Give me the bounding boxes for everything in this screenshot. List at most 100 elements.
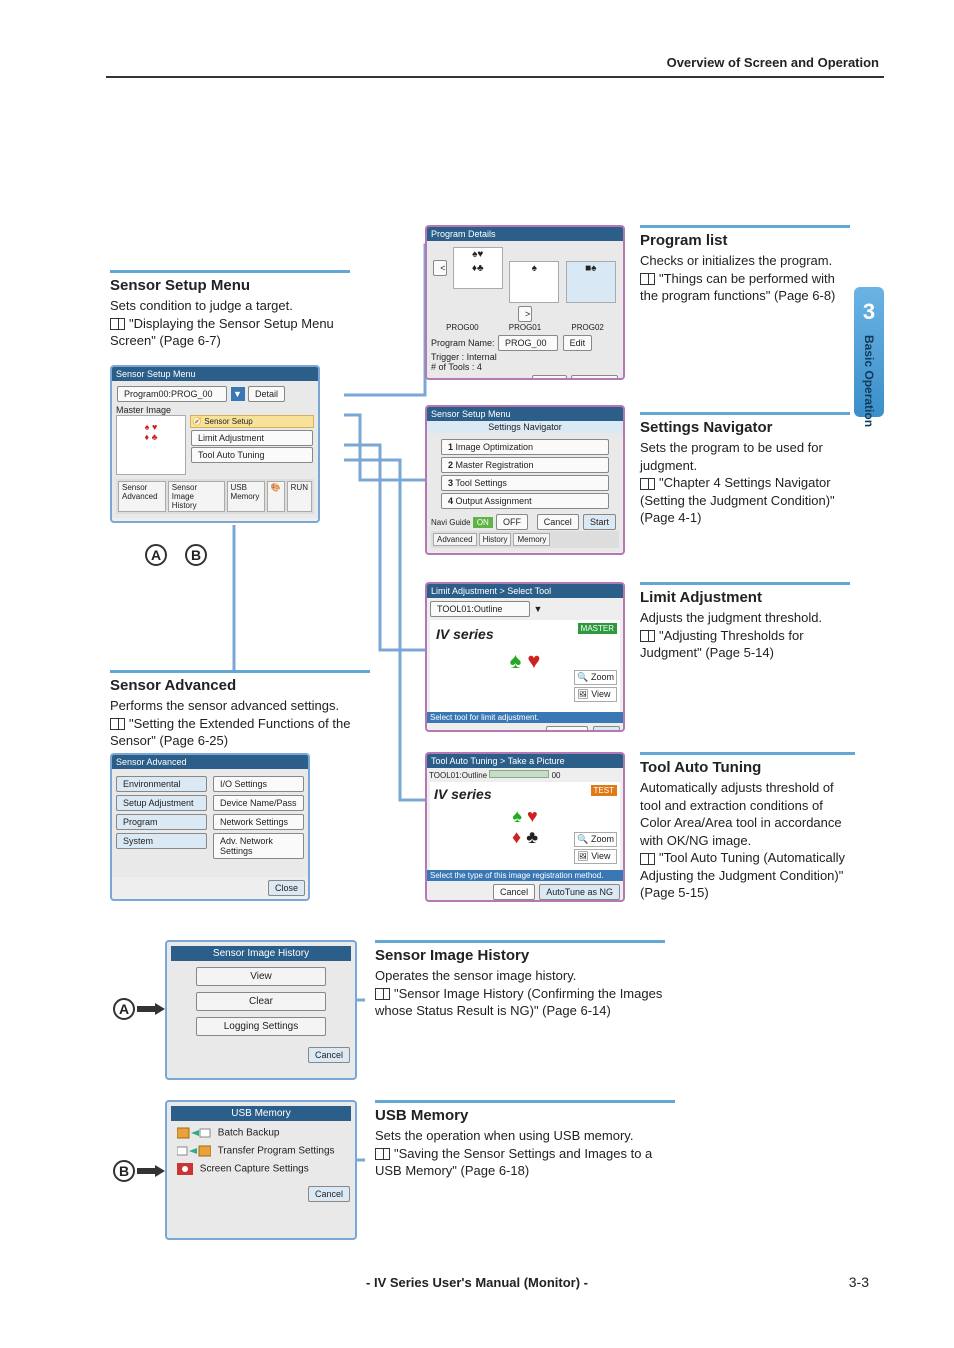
- test-badge: TEST: [591, 785, 617, 796]
- callout-sensor-image-history: Sensor Image History Operates the sensor…: [375, 940, 665, 1020]
- book-icon: [640, 478, 655, 490]
- arrow-right-icon: [137, 1003, 165, 1015]
- panel-title: Sensor Image History: [171, 946, 351, 961]
- desc: Sets condition to judge a target.: [110, 297, 350, 315]
- program-dropdown[interactable]: Program00:PROG_00: [117, 386, 227, 402]
- autotune-ng-button[interactable]: AutoTune as NG: [539, 884, 620, 900]
- transfer-program-settings[interactable]: Transfer Program Settings: [177, 1145, 345, 1157]
- start-button[interactable]: Start: [583, 514, 616, 530]
- title: USB Memory: [375, 1107, 675, 1124]
- ref: "Saving the Sensor Settings and Images t…: [375, 1146, 652, 1179]
- window-title: Sensor Setup Menu: [112, 367, 318, 381]
- cancel-button[interactable]: Cancel: [546, 726, 588, 732]
- close-button[interactable]: Close: [268, 880, 305, 896]
- callout-sensor-setup-menu: Sensor Setup Menu Sets condition to judg…: [110, 270, 350, 350]
- book-icon: [640, 853, 655, 865]
- cancel-button[interactable]: Cancel: [308, 1186, 350, 1202]
- screenshot-tool-auto-tuning: Tool Auto Tuning > Take a Picture TOOL01…: [425, 752, 625, 902]
- window-title: Tool Auto Tuning > Take a Picture: [427, 754, 623, 768]
- view-button[interactable]: 🖼 View: [574, 849, 617, 864]
- screenshot-program-details: Program Details < ♠♥♦♣ ♠ ■♠ > PROG00PROG…: [425, 225, 625, 380]
- book-icon: [640, 630, 655, 642]
- zoom-button[interactable]: 🔍 Zoom: [574, 832, 617, 847]
- desc: Sets the operation when using USB memory…: [375, 1127, 675, 1145]
- screenshot-usb-memory: USB Memory Batch Backup Transfer Program…: [165, 1100, 357, 1240]
- clear-button[interactable]: Clear: [196, 992, 326, 1011]
- chapter-number: 3: [854, 287, 884, 325]
- ref: "Adjusting Thresholds for Judgment" (Pag…: [640, 628, 804, 661]
- title: Sensor Setup Menu: [110, 277, 350, 294]
- batch-backup[interactable]: Batch Backup: [177, 1127, 345, 1139]
- screenshot-sensor-advanced: Sensor Advanced Environmental Setup Adju…: [110, 753, 310, 901]
- title: Settings Navigator: [640, 419, 850, 436]
- ref: "Things can be performed with the progra…: [640, 271, 835, 304]
- title: Program list: [640, 232, 850, 249]
- window-title: Limit Adjustment > Select Tool: [427, 584, 623, 598]
- screenshot-limit-adjustment: Limit Adjustment > Select Tool TOOL01:Ou…: [425, 582, 625, 732]
- chapter-tab: 3 Basic Operation: [854, 287, 884, 417]
- callout-program-list: Program list Checks or initializes the p…: [640, 225, 850, 305]
- chapter-label: Basic Operation: [862, 335, 876, 427]
- auto-tuning-button[interactable]: Tool Auto Tuning: [191, 447, 313, 463]
- header-section: Overview of Screen and Operation: [667, 55, 879, 70]
- desc: Checks or initializes the program.: [640, 252, 850, 270]
- desc: Automatically adjusts threshold of tool …: [640, 779, 855, 849]
- view-button[interactable]: View: [196, 967, 326, 986]
- limit-adj-button[interactable]: Limit Adjustment: [191, 430, 313, 446]
- run-button[interactable]: RUN: [287, 481, 312, 512]
- title: Tool Auto Tuning: [640, 759, 855, 776]
- window-title: Program Details: [427, 227, 623, 241]
- book-icon: [375, 1148, 390, 1160]
- screenshot-sensor-setup-menu: Sensor Setup Menu Program00:PROG_00 ▼ De…: [110, 365, 320, 523]
- tab-sensor-image-history[interactable]: Sensor Image History: [168, 481, 225, 512]
- master-badge: MASTER: [578, 623, 617, 634]
- ref: "Sensor Image History (Confirming the Im…: [375, 986, 662, 1019]
- edit-button[interactable]: Edit: [563, 335, 593, 351]
- view-button[interactable]: 🖼 View: [574, 687, 617, 702]
- desc: Sets the program to be used for judgment…: [640, 439, 850, 474]
- cancel-button[interactable]: Cancel: [493, 884, 535, 900]
- initialize-button[interactable]: Initialize: [571, 375, 618, 380]
- ok-button[interactable]: OK: [593, 726, 620, 732]
- book-icon: [375, 988, 390, 1000]
- screenshot-settings-navigator: Sensor Setup Menu Settings Navigator 1 I…: [425, 405, 625, 555]
- tab-sensor-advanced[interactable]: Sensor Advanced: [118, 481, 166, 512]
- ref: "Displaying the Sensor Setup Menu Screen…: [110, 316, 334, 349]
- book-icon: [640, 273, 655, 285]
- badge-b: B: [185, 544, 207, 566]
- window-title: Sensor Advanced: [112, 755, 308, 769]
- ref: "Tool Auto Tuning (Automatically Adjusti…: [640, 850, 845, 900]
- logging-settings-button[interactable]: Logging Settings: [196, 1017, 326, 1036]
- ref: "Setting the Extended Functions of the S…: [110, 716, 350, 749]
- badge-a: A: [145, 544, 167, 566]
- callout-settings-navigator: Settings Navigator Sets the program to b…: [640, 412, 850, 527]
- callout-limit-adjustment: Limit Adjustment Adjusts the judgment th…: [640, 582, 850, 662]
- desc: Adjusts the judgment threshold.: [640, 609, 850, 627]
- book-icon: [110, 718, 125, 730]
- detail-button[interactable]: Detail: [248, 386, 285, 402]
- window-title: Sensor Setup Menu: [427, 407, 623, 421]
- copy-button[interactable]: Copy: [532, 375, 567, 380]
- dropdown-arrow-icon[interactable]: ▼: [231, 387, 245, 401]
- screenshot-sensor-image-history: Sensor Image History View Clear Logging …: [165, 940, 357, 1080]
- callout-sensor-advanced: Sensor Advanced Performs the sensor adva…: [110, 670, 370, 750]
- title: Sensor Advanced: [110, 677, 370, 694]
- footer-text: - IV Series User's Manual (Monitor) -: [0, 1275, 954, 1290]
- tab-usb-memory[interactable]: USB Memory: [227, 481, 265, 512]
- header-rule: [106, 76, 884, 78]
- callout-usb-memory: USB Memory Sets the operation when using…: [375, 1100, 675, 1180]
- title: Limit Adjustment: [640, 589, 850, 606]
- ref: "Chapter 4 Settings Navigator (Setting t…: [640, 475, 835, 525]
- title: Sensor Image History: [375, 947, 665, 964]
- cancel-button[interactable]: Cancel: [308, 1047, 350, 1063]
- badge-a-2: A: [113, 998, 135, 1020]
- desc: Performs the sensor advanced settings.: [110, 697, 370, 715]
- panel-title: USB Memory: [171, 1106, 351, 1121]
- page-number: 3-3: [849, 1274, 869, 1290]
- book-icon: [110, 318, 125, 330]
- badge-b-2: B: [113, 1160, 135, 1182]
- zoom-button[interactable]: 🔍 Zoom: [574, 670, 617, 685]
- screen-capture-settings[interactable]: Screen Capture Settings: [177, 1163, 345, 1175]
- cancel-button[interactable]: Cancel: [537, 514, 579, 530]
- desc: Operates the sensor image history.: [375, 967, 665, 985]
